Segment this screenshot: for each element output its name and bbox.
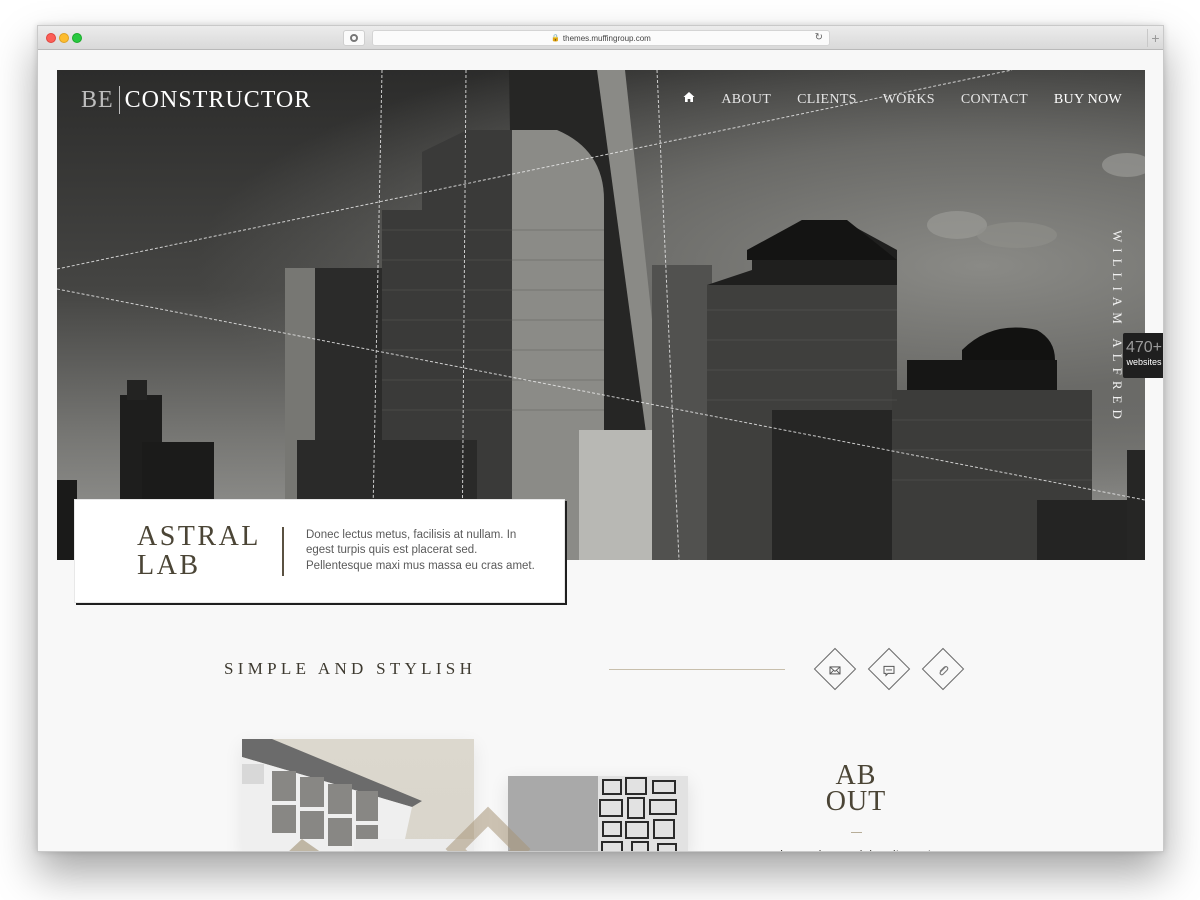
page-content: BE CONSTRUCTOR ABOUT CLIENTS WORKS CONTA… <box>38 50 1163 851</box>
logo-name: CONSTRUCTOR <box>124 86 312 113</box>
intro-text: Donec lectus metus, facilisis at nullam.… <box>306 528 535 572</box>
about-title-line2: OUT <box>825 786 887 817</box>
nav-buy-now[interactable]: BUY NOW <box>1054 92 1122 108</box>
intro-title-line2: LAB <box>137 550 201 581</box>
chat-button[interactable] <box>867 647 911 691</box>
section-divider-line <box>609 669 785 670</box>
home-icon <box>683 92 695 102</box>
about-title: AB OUT <box>798 762 914 817</box>
close-window-button[interactable] <box>46 33 56 43</box>
new-tab-button[interactable]: + <box>1147 29 1163 47</box>
logo-divider <box>118 86 120 114</box>
shield-icon <box>350 34 358 42</box>
intro-title: ASTRAL LAB <box>137 522 282 580</box>
building-facade-image <box>508 776 688 851</box>
about-images <box>242 739 688 851</box>
websites-count-badge[interactable]: 470+ websites <box>1123 333 1163 378</box>
address-bar[interactable]: 🔒 themes.muffingroup.com ↻ <box>372 30 830 46</box>
browser-window: 🔒 themes.muffingroup.com ↻ + BE CONSTRUC… <box>37 25 1164 852</box>
reload-icon[interactable]: ↻ <box>815 32 823 43</box>
hero-side-name: WILLIAM ALFRED <box>1110 230 1125 425</box>
nav-clients[interactable]: CLIENTS <box>797 92 857 108</box>
envelope-button[interactable] <box>813 647 857 691</box>
intro-title-line1: ASTRAL <box>137 521 261 552</box>
building-balcony-image <box>242 739 474 851</box>
minimize-window-button[interactable] <box>59 33 69 43</box>
envelope-icon <box>829 666 841 675</box>
lock-icon: 🔒 <box>551 35 560 42</box>
hero-skyline-image <box>57 70 1145 560</box>
section-title: SIMPLE AND STYLISH <box>224 659 477 678</box>
badge-count: 470+ <box>1125 339 1163 356</box>
nav-about[interactable]: ABOUT <box>721 92 771 108</box>
chat-icon <box>883 665 895 677</box>
site-logo[interactable]: BE CONSTRUCTOR <box>81 86 311 114</box>
attachment-button[interactable] <box>921 647 965 691</box>
badge-label: websites <box>1126 357 1162 367</box>
about-text: Lorem ipsum dolor sit amet, consectetur … <box>746 847 968 851</box>
maximize-window-button[interactable] <box>72 33 82 43</box>
hero-intro-card: ASTRAL LAB Donec lectus metus, facilisis… <box>74 499 565 603</box>
logo-prefix: BE <box>81 86 114 113</box>
url-text: themes.muffingroup.com <box>562 33 651 43</box>
privacy-report-button[interactable] <box>343 30 365 46</box>
nav-works[interactable]: WORKS <box>883 92 935 108</box>
nav-home[interactable] <box>683 91 695 108</box>
paperclip-icon <box>939 665 949 676</box>
nav-contact[interactable]: CONTACT <box>961 92 1028 108</box>
browser-titlebar: 🔒 themes.muffingroup.com ↻ + <box>38 26 1163 50</box>
hero-section: BE CONSTRUCTOR ABOUT CLIENTS WORKS CONTA… <box>57 70 1145 560</box>
about-dash <box>851 832 862 833</box>
main-nav: ABOUT CLIENTS WORKS CONTACT BUY NOW <box>683 91 1122 108</box>
intro-divider <box>282 526 284 576</box>
